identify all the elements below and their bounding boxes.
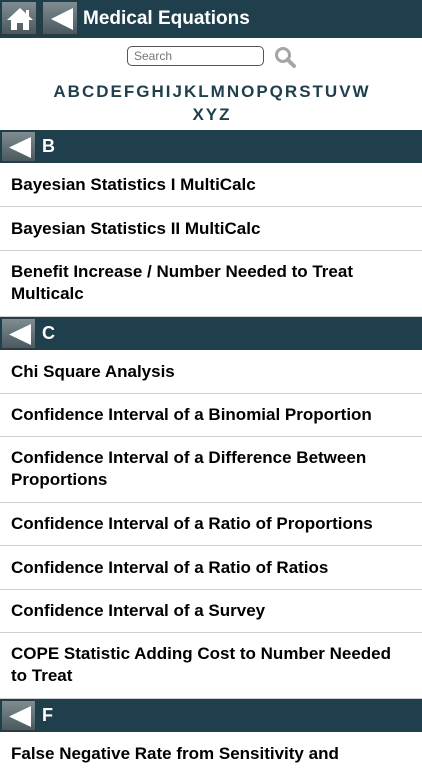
alphabet-letter-i[interactable]: I bbox=[166, 82, 171, 101]
back-arrow-icon bbox=[9, 706, 31, 727]
list-item-label: Confidence Interval of a Ratio of Propor… bbox=[11, 514, 373, 533]
list-item-label: Confidence Interval of a Ratio of Ratios bbox=[11, 558, 329, 577]
alphabet-index: ABCDEFGHIJKLMNOPQRSTUVW XYZ bbox=[0, 80, 422, 126]
section-letter: B bbox=[42, 136, 55, 156]
alphabet-letter-v[interactable]: V bbox=[339, 82, 350, 101]
back-button[interactable] bbox=[42, 1, 78, 35]
alphabet-letter-s[interactable]: S bbox=[299, 82, 310, 101]
list-item[interactable]: Confidence Interval of a Ratio of Ratios bbox=[0, 546, 422, 590]
section-header-b: B bbox=[0, 130, 422, 163]
list-item[interactable]: Confidence Interval of a Survey bbox=[0, 590, 422, 633]
search-input[interactable] bbox=[127, 46, 264, 66]
top-bar: Medical Equations bbox=[0, 0, 422, 38]
section-letter: F bbox=[42, 705, 53, 725]
alphabet-letter-r[interactable]: R bbox=[285, 82, 297, 101]
alphabet-letter-c[interactable]: C bbox=[82, 82, 94, 101]
list-item-label: Confidence Interval of a Difference Betw… bbox=[11, 448, 367, 489]
alphabet-letter-b[interactable]: B bbox=[68, 82, 80, 101]
alphabet-letter-y[interactable]: Y bbox=[206, 105, 217, 124]
search-icon[interactable] bbox=[274, 46, 296, 68]
home-icon bbox=[7, 8, 33, 30]
app-title: Medical Equations bbox=[83, 8, 250, 29]
alphabet-row-1: ABCDEFGHIJKLMNOPQRSTUVW bbox=[0, 80, 422, 103]
alphabet-letter-x[interactable]: X bbox=[192, 105, 203, 124]
list-item-label: Chi Square Analysis bbox=[11, 362, 175, 381]
list-item[interactable]: Bayesian Statistics II MultiCalc bbox=[0, 207, 422, 251]
alphabet-letter-z[interactable]: Z bbox=[219, 105, 229, 124]
section-header-f: F bbox=[0, 699, 422, 732]
alphabet-letter-n[interactable]: N bbox=[227, 82, 239, 101]
alphabet-letter-d[interactable]: D bbox=[96, 82, 108, 101]
search-row bbox=[0, 38, 422, 78]
alphabet-letter-m[interactable]: M bbox=[211, 82, 225, 101]
back-arrow-icon bbox=[9, 324, 31, 345]
list-item[interactable]: Benefit Increase / Number Needed to Trea… bbox=[0, 251, 422, 317]
back-arrow-icon bbox=[9, 137, 31, 158]
alphabet-letter-k[interactable]: K bbox=[184, 82, 196, 101]
alphabet-letter-h[interactable]: H bbox=[151, 82, 163, 101]
alphabet-letter-o[interactable]: O bbox=[241, 82, 254, 101]
list-item-label: Benefit Increase / Number Needed to Trea… bbox=[11, 262, 353, 303]
alphabet-letter-l[interactable]: L bbox=[198, 82, 208, 101]
list-item[interactable]: COPE Statistic Adding Cost to Number Nee… bbox=[0, 633, 422, 699]
section-back-button[interactable] bbox=[1, 131, 36, 162]
back-arrow-icon bbox=[51, 8, 73, 30]
list-item-label: Confidence Interval of a Binomial Propor… bbox=[11, 405, 372, 424]
alphabet-letter-t[interactable]: T bbox=[313, 82, 323, 101]
alphabet-letter-q[interactable]: Q bbox=[270, 82, 283, 101]
alphabet-letter-u[interactable]: U bbox=[325, 82, 337, 101]
list-item-label: Bayesian Statistics II MultiCalc bbox=[11, 219, 261, 238]
alphabet-letter-f[interactable]: F bbox=[124, 82, 134, 101]
alphabet-letter-a[interactable]: A bbox=[53, 82, 65, 101]
list-item-label: Confidence Interval of a Survey bbox=[11, 601, 266, 620]
alphabet-letter-w[interactable]: W bbox=[353, 82, 369, 101]
list-item-label: False Negative Rate from Sensitivity and bbox=[11, 744, 339, 763]
list-item[interactable]: Confidence Interval of a Binomial Propor… bbox=[0, 394, 422, 437]
list-item[interactable]: Confidence Interval of a Ratio of Propor… bbox=[0, 503, 422, 546]
alphabet-letter-e[interactable]: E bbox=[111, 82, 122, 101]
home-button[interactable] bbox=[1, 1, 37, 35]
list-item[interactable]: Confidence Interval of a Difference Betw… bbox=[0, 437, 422, 503]
list-item-label: Bayesian Statistics I MultiCalc bbox=[11, 175, 256, 194]
list-item[interactable]: Bayesian Statistics I MultiCalc bbox=[0, 163, 422, 207]
list-item-label: COPE Statistic Adding Cost to Number Nee… bbox=[11, 644, 392, 685]
list-item[interactable]: Chi Square Analysis bbox=[0, 350, 422, 394]
section-back-button[interactable] bbox=[1, 318, 36, 349]
section-back-button[interactable] bbox=[1, 700, 36, 731]
alphabet-letter-p[interactable]: P bbox=[256, 82, 267, 101]
alphabet-row-2: XYZ bbox=[0, 103, 422, 126]
alphabet-letter-j[interactable]: J bbox=[173, 82, 182, 101]
section-letter: C bbox=[42, 323, 55, 343]
list-item[interactable]: False Negative Rate from Sensitivity and bbox=[0, 732, 422, 776]
section-header-c: C bbox=[0, 317, 422, 350]
alphabet-letter-g[interactable]: G bbox=[136, 82, 149, 101]
